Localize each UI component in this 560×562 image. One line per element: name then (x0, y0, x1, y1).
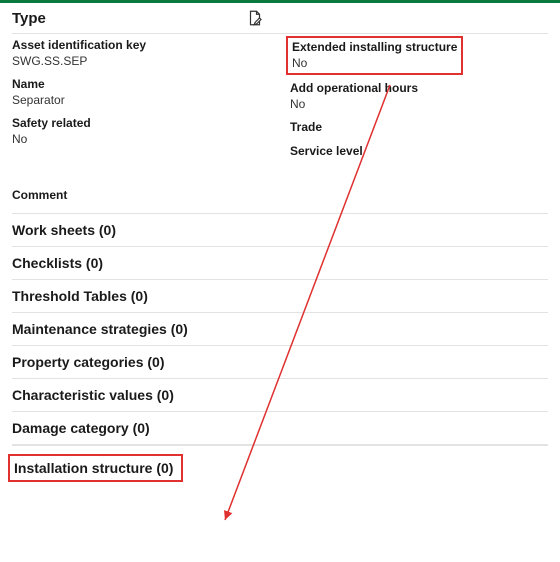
section-damage-category[interactable]: Damage category (0) (12, 411, 548, 445)
field-name: Name Separator (12, 77, 270, 108)
top-accent-bar (0, 0, 560, 3)
edit-icon[interactable] (246, 9, 264, 27)
left-column: Asset identification key SWG.SS.SEP Name… (12, 38, 270, 168)
value-asset-id: SWG.SS.SEP (12, 54, 270, 70)
label-safety: Safety related (12, 116, 270, 132)
label-comment: Comment (12, 188, 548, 202)
label-asset-id: Asset identification key (12, 38, 270, 54)
section-threshold-tables[interactable]: Threshold Tables (0) (12, 279, 548, 313)
label-service: Service level (290, 144, 548, 160)
section-installation-structure[interactable]: Installation structure (0) (14, 460, 173, 476)
label-opr: Add operational hours (290, 81, 548, 97)
value-safety: No (12, 132, 270, 148)
sections-list: Work sheets (0) Checklists (0) Threshold… (12, 213, 548, 482)
field-trade: Trade (290, 120, 548, 136)
value-name: Separator (12, 93, 270, 109)
label-trade: Trade (290, 120, 548, 136)
header-row: Type (12, 9, 548, 34)
page-title: Type (12, 10, 46, 27)
section-maintenance-strategies[interactable]: Maintenance strategies (0) (12, 312, 548, 346)
right-column: Extended installing structure No Add ope… (290, 38, 548, 168)
section-characteristic-values[interactable]: Characteristic values (0) (12, 378, 548, 412)
section-checklists[interactable]: Checklists (0) (12, 246, 548, 280)
field-operational-hours: Add operational hours No (290, 81, 548, 112)
value-ext: No (292, 56, 457, 72)
label-ext: Extended installing structure (292, 40, 457, 56)
highlight-extended-structure: Extended installing structure No (286, 36, 463, 75)
section-property-categories[interactable]: Property categories (0) (12, 345, 548, 379)
field-service-level: Service level (290, 144, 548, 160)
section-worksheets[interactable]: Work sheets (0) (12, 213, 548, 247)
label-name: Name (12, 77, 270, 93)
field-asset-id: Asset identification key SWG.SS.SEP (12, 38, 270, 69)
field-ext: Extended installing structure No (292, 40, 457, 71)
field-safety: Safety related No (12, 116, 270, 147)
value-opr: No (290, 97, 548, 113)
highlight-installation-structure: Installation structure (0) (8, 454, 183, 482)
